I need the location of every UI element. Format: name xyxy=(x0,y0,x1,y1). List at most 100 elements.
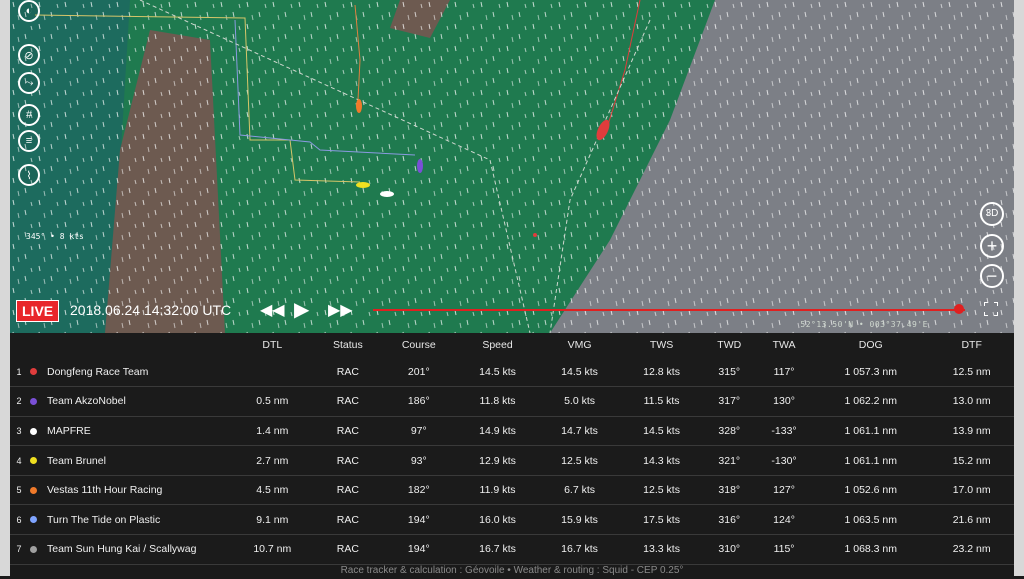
footer-credits: Race tracker & calculation : Géovoile • … xyxy=(340,565,684,576)
speed-cell: 12.9 kts xyxy=(479,454,516,467)
play-icon[interactable]: ▶ xyxy=(294,297,309,322)
route-icon[interactable]: ⤳ xyxy=(18,72,40,94)
team-color-dot xyxy=(30,457,37,465)
dog-cell: 1 068.3 nm xyxy=(844,543,898,556)
twd-cell: 310° xyxy=(718,543,741,556)
live-badge[interactable]: LIVE xyxy=(16,300,60,322)
status-cell: RAC xyxy=(336,543,359,556)
table-row[interactable]: 5 Vestas 11th Hour Racing 4.5 nm RAC 182° 11.… xyxy=(10,475,1014,505)
zoom-in-button[interactable]: + xyxy=(980,234,1004,258)
header-course[interactable]: Course xyxy=(381,333,457,357)
boat-mapfre[interactable] xyxy=(380,191,394,197)
dog-cell: 1 061.1 nm xyxy=(844,454,898,467)
speed-cell: 16.0 kts xyxy=(479,513,516,526)
team-cell[interactable]: Team Sun Hung Kai / Scallywag xyxy=(26,535,230,565)
timeline-handle[interactable] xyxy=(954,304,965,314)
3d-button[interactable]: 3D xyxy=(980,202,1004,226)
team-name: MAPFRE xyxy=(47,424,91,437)
layers-icon[interactable]: ≡ xyxy=(18,130,40,152)
course-cell: 186° xyxy=(407,395,430,408)
dog-cell: 1 052.6 nm xyxy=(844,484,898,497)
no-sail-icon[interactable]: ⊘ xyxy=(18,44,40,66)
team-cell[interactable]: Dongfeng Race Team xyxy=(26,357,230,387)
vmg-cell: 5.0 kts xyxy=(564,395,596,408)
dtf-cell: 12.5 nm xyxy=(952,365,991,378)
dog-cell: 1 057.3 nm xyxy=(844,365,898,378)
table-row[interactable]: 7 Team Sun Hung Kai / Scallywag 10.7 nm RAC… xyxy=(10,535,1014,565)
course-cell: 97° xyxy=(410,424,427,437)
team-name: Team Brunel xyxy=(47,454,106,467)
left-frame xyxy=(0,0,10,576)
header-vmg[interactable]: VMG xyxy=(539,333,621,357)
twa-cell: 130° xyxy=(773,395,795,408)
twd-cell: 328° xyxy=(718,424,741,437)
waypoint-marker xyxy=(533,233,537,237)
twd-cell: 321° xyxy=(718,454,741,467)
team-name: Team Sun Hung Kai / Scallywag xyxy=(47,543,197,556)
team-color-dot xyxy=(30,368,37,376)
rewind-icon[interactable]: ◀◀ xyxy=(260,300,285,320)
vmg-cell: 14.5 kts xyxy=(561,365,598,378)
vmg-cell: 15.9 kts xyxy=(561,513,598,526)
table-header-row: DTL Status Course Speed VMG TWS TWD TWA … xyxy=(10,333,1014,357)
team-name: Turn The Tide on Plastic xyxy=(47,513,161,526)
speed-cell: 14.5 kts xyxy=(479,365,516,378)
rank-cell: 5 xyxy=(16,485,22,496)
dtl-cell: 9.1 nm xyxy=(256,513,289,526)
dtf-cell: 17.0 nm xyxy=(952,484,991,497)
team-cell[interactable]: Team AkzoNobel xyxy=(26,387,230,417)
course-cell: 194° xyxy=(407,513,430,526)
table-row[interactable]: 6 Turn The Tide on Plastic 9.1 nm RAC 194° 16… xyxy=(10,505,1014,535)
vmg-cell: 12.5 kts xyxy=(561,454,598,467)
twd-cell: 315° xyxy=(718,365,741,378)
dtl-cell: 0.5 nm xyxy=(256,395,289,408)
boat-vestas[interactable] xyxy=(356,99,362,113)
table-row[interactable]: 1 Dongfeng Race Team RAC 201° 14.5 kts 14.5 k… xyxy=(10,357,1014,387)
header-dog[interactable]: DOG xyxy=(812,333,929,357)
boat-akzonobel[interactable] xyxy=(417,159,423,173)
dtf-cell: 13.0 nm xyxy=(952,395,991,408)
speed-cell: 16.7 kts xyxy=(479,543,516,556)
header-status[interactable]: Status xyxy=(315,333,381,357)
rank-cell: 4 xyxy=(16,455,22,466)
twa-cell: 127° xyxy=(773,484,795,497)
dtf-cell: 13.9 nm xyxy=(952,424,991,437)
team-cell[interactable]: Turn The Tide on Plastic xyxy=(26,505,230,535)
zoom-out-button[interactable]: − xyxy=(980,264,1004,288)
status-cell: RAC xyxy=(336,395,359,408)
team-cell[interactable]: MAPFRE xyxy=(26,416,230,446)
graph-icon[interactable]: ⌇ xyxy=(18,164,40,186)
timeline-track[interactable] xyxy=(373,309,965,311)
dtf-cell: 23.2 nm xyxy=(952,543,991,556)
fullscreen-icon[interactable] xyxy=(984,302,998,316)
status-cell: RAC xyxy=(336,484,359,497)
status-cell: RAC xyxy=(336,513,359,526)
course-cell: 194° xyxy=(407,543,430,556)
header-twa[interactable]: TWA xyxy=(756,333,812,357)
rank-cell: 6 xyxy=(16,514,22,525)
speed-cell: 11.9 kts xyxy=(479,484,516,497)
header-speed[interactable]: Speed xyxy=(457,333,539,357)
course-cell: 201° xyxy=(407,365,430,378)
tws-cell: 14.3 kts xyxy=(643,454,680,467)
compass-icon[interactable]: ◐ xyxy=(18,0,40,22)
table-row[interactable]: 2 Team AkzoNobel 0.5 nm RAC 186° 11.8 kts 5.0 … xyxy=(10,387,1014,417)
header-dtf[interactable]: DTF xyxy=(929,333,1014,357)
table-row[interactable]: 3 MAPFRE 1.4 nm RAC 97° 14.9 kts 14.7 kts 14.5 … xyxy=(10,416,1014,446)
rank-cell: 1 xyxy=(16,366,22,377)
right-frame xyxy=(1014,0,1024,576)
team-color-dot xyxy=(30,427,37,435)
header-dtl[interactable]: DTL xyxy=(230,333,315,357)
team-cell[interactable]: Vestas 11th Hour Racing xyxy=(26,475,230,505)
header-tws[interactable]: TWS xyxy=(621,333,703,357)
team-cell[interactable]: Team Brunel xyxy=(26,446,230,476)
header-twd[interactable]: TWD xyxy=(703,333,756,357)
race-map[interactable]: ◐ ⊘ ⤳ # ≡ ⌇ 345° • 8 kts 3D + − 52°13.50… xyxy=(10,0,1014,333)
boat-brunel[interactable] xyxy=(356,182,370,188)
fast-forward-icon[interactable]: ▶▶ xyxy=(328,300,353,320)
twd-cell: 317° xyxy=(718,395,741,408)
rain-overlay xyxy=(10,0,1014,333)
grid-icon[interactable]: # xyxy=(18,104,40,126)
table-row[interactable]: 4 Team Brunel 2.7 nm RAC 93° 12.9 kts 12.5 kts… xyxy=(10,446,1014,476)
speed-cell: 14.9 kts xyxy=(479,424,516,437)
